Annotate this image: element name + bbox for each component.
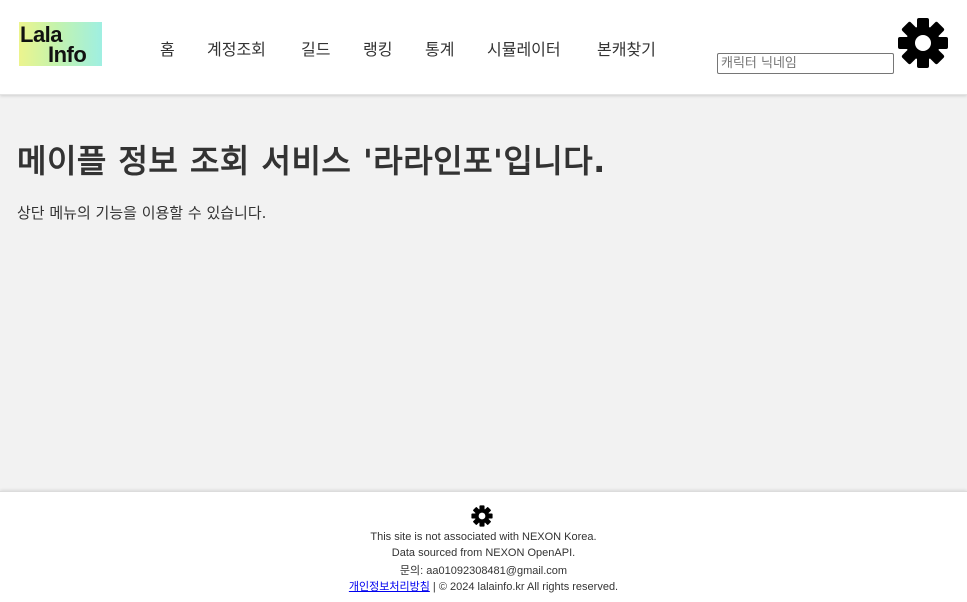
site-header: Lala Info 홈 계정조회 길드 랭킹 통계 시뮬레이터 본캐찾기 <box>0 0 967 95</box>
footer-copyright: | © 2024 lalainfo.kr All rights reserved… <box>429 581 619 593</box>
gear-icon[interactable] <box>897 17 949 69</box>
footer-data-source: Data sourced from NEXON OpenAPI. <box>391 547 576 559</box>
nav-item-find-main-character[interactable]: 본캐찾기 <box>597 36 656 60</box>
footer-legal: 개인정보처리방침 | © 2024 lalainfo.kr All rights… <box>0 578 967 594</box>
logo-line-2: Info <box>48 42 87 67</box>
footer-disclaimer: This site is not associated with NEXON K… <box>370 531 597 543</box>
nav-item-home[interactable]: 홈 <box>160 36 175 60</box>
character-search-input[interactable] <box>717 53 894 74</box>
footer-contact: 문의: aa01092308481@gmail.com <box>399 565 568 577</box>
nav-item-account-lookup[interactable]: 계정조회 <box>207 36 266 60</box>
privacy-policy-link[interactable]: 개인정보처리방침 <box>349 581 430 593</box>
site-footer: This site is not associated with NEXON K… <box>0 491 967 602</box>
nav-item-statistics[interactable]: 통계 <box>425 36 454 60</box>
site-logo[interactable]: Lala Info <box>19 22 102 66</box>
nav-item-guild[interactable]: 길드 <box>301 36 330 60</box>
page-title: 메이플 정보 조회 서비스 '라라인포'입니다. <box>17 142 606 180</box>
nav-item-simulator[interactable]: 시뮬레이터 <box>487 36 561 60</box>
nav-item-ranking[interactable]: 랭킹 <box>363 36 392 60</box>
page-description: 상단 메뉴의 기능을 이용할 수 있습니다. <box>17 204 267 222</box>
gear-icon[interactable] <box>471 505 493 527</box>
